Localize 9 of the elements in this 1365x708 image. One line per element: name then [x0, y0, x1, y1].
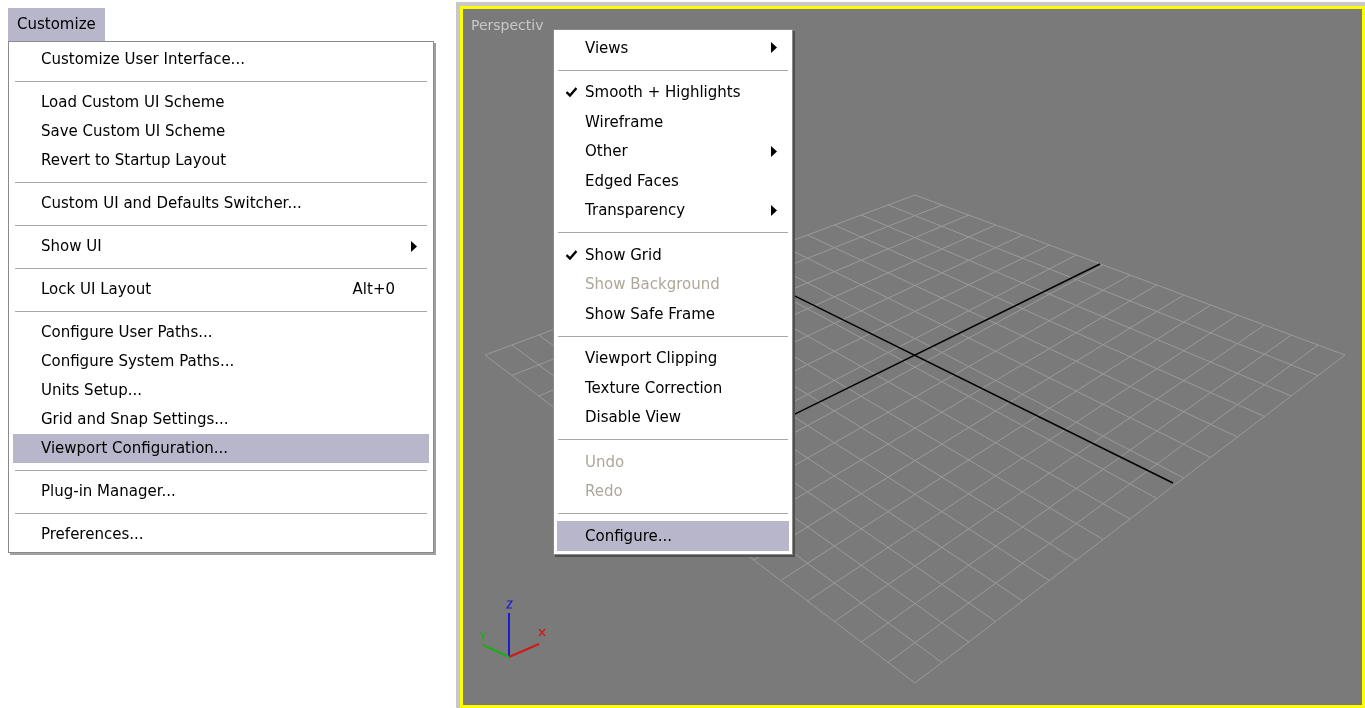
menu-item[interactable]: Configure...	[557, 521, 789, 551]
viewport-label: Perspectiv	[471, 16, 544, 35]
submenu-arrow-icon	[771, 204, 777, 216]
submenu-arrow-icon	[411, 241, 417, 252]
menu-title[interactable]: Customize	[8, 8, 105, 41]
submenu-arrow-icon	[771, 145, 777, 157]
shortcut-text: Alt+0	[352, 279, 395, 301]
menu-item[interactable]: Viewport Configuration...	[13, 434, 429, 463]
submenu-arrow-icon	[771, 42, 777, 54]
